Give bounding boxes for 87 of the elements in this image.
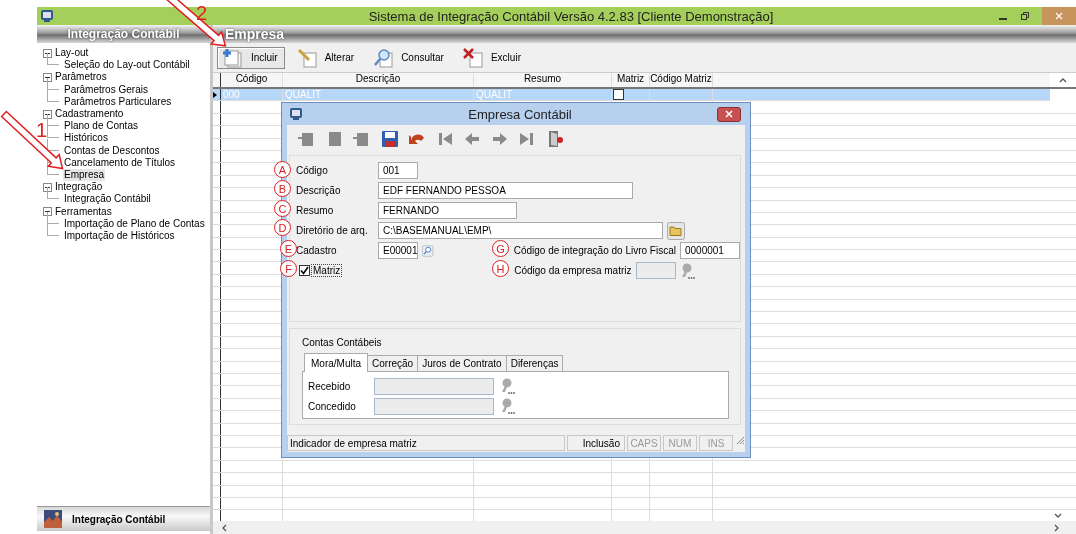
column-header[interactable]: Descrição [283,73,474,87]
pencil-page-icon [296,47,319,68]
column-header[interactable]: Matriz [612,73,650,87]
field-label: Cadastro [296,245,338,256]
collapse-icon[interactable] [43,73,52,82]
magnifier-icon [373,47,396,68]
close-button[interactable] [717,106,741,122]
field-label: Código de integração do Livro Fiscal [513,245,676,256]
dialog-title: Empresa Contábil [467,106,573,122]
table-cell: QUALIT [474,89,612,101]
close-icon [725,110,733,118]
tab[interactable]: Mora/Multa [304,353,368,372]
module-label: Integração Contábil [72,513,166,525]
tree-item[interactable]: Seleção do Lay-out Contábil [63,59,191,72]
step-number: 1 [36,120,48,140]
input-field[interactable]: 001 [378,162,418,179]
input-field[interactable]: C:\BASEMANUAL\EMP\ [378,222,663,239]
window-title: Sistema de Integração Contábil Versão 4.2.83 [Cliente Demonstração] [368,8,774,24]
scroll-up-icon[interactable] [1059,77,1067,83]
tree-item[interactable]: Parâmetros Gerais [63,83,149,96]
tree-connector [47,89,59,102]
tab[interactable]: Correção [367,355,419,371]
table-cell: QUALIT [283,89,474,101]
tree-item[interactable]: Importação de Históricos [63,230,176,243]
field-label: Concedido [308,400,357,412]
checkbox[interactable] [613,89,624,101]
input-field[interactable]: EDF FERNANDO PESSOA [378,182,633,199]
field-label: Diretório de arq. [296,225,369,236]
field-label: Resumo [296,205,335,216]
tree-item[interactable]: Cancelamento de Títulos [63,156,176,170]
sidebar-header: Integração Contábil [37,25,210,43]
tree-item[interactable]: Plano de Contas [63,120,139,133]
table-cell: 000 [221,89,283,101]
toolbar-button[interactable]: Consultar [369,46,451,69]
collapse-icon[interactable] [43,182,52,192]
toolbar-button[interactable]: Excluir [458,46,528,69]
column-header[interactable]: Resumo [474,73,612,87]
key-indicator: CAPS [627,435,661,451]
app-icon [289,107,303,121]
scroll-down-icon[interactable] [1054,513,1062,519]
tree-item[interactable]: Importação de Plano de Contas [63,217,206,231]
module-bar[interactable]: Integração Contábil [37,506,210,531]
close-icon [1055,12,1063,20]
key-indicator: NUM [663,435,697,451]
tree-item[interactable]: Parâmetros Particulares [63,95,173,108]
tree-item[interactable]: Parâmetros [54,71,108,84]
tree-item[interactable]: Históricos [63,132,109,145]
tab[interactable]: Diferenças [505,355,564,371]
tree-item[interactable]: Empresa [63,169,105,182]
input-field[interactable]: E00001 [378,242,419,259]
status-mode: Inclusão [567,435,625,451]
tree-item[interactable]: Integração Contábil [63,193,152,206]
column-header[interactable]: Código Matriz [650,73,713,87]
panel-header: Empresa [213,25,1076,43]
folder-icon[interactable] [667,221,685,240]
column-header[interactable]: Código [221,73,283,87]
row-pointer-icon [213,91,217,98]
scroll-left-icon[interactable] [221,523,229,532]
tree-item[interactable]: Cadastramento [54,108,125,121]
status-message: Indicador de empresa matriz [287,435,565,451]
collapse-icon[interactable] [43,48,52,58]
toolbar-button[interactable]: Incluir [217,46,285,69]
plus-page-icon [221,47,245,68]
key-indicator: INS [699,435,733,451]
app-icon [40,9,54,23]
input-field[interactable]: 0000001 [680,242,740,259]
field-label: Código da empresa matriz [514,265,632,276]
tree-item[interactable]: Ferramentas [54,205,113,218]
tree-connector [47,224,59,237]
scroll-right-icon[interactable] [1052,523,1060,532]
tree-connector [47,126,59,139]
collapse-icon[interactable] [43,109,52,119]
step-number: 2 [196,3,208,23]
tree-item[interactable]: Integração [54,181,104,194]
checkmark-icon [300,266,309,275]
field-label: Descrição [296,185,342,196]
cross-page-icon [462,47,485,68]
tree-item[interactable]: Lay-out [54,47,90,60]
collapse-icon[interactable] [43,207,52,217]
input-field[interactable]: FERNANDO [378,202,517,219]
restore-icon[interactable] [1020,11,1030,21]
resize-grip-icon[interactable] [735,435,745,445]
toolbar-button[interactable]: Alterar [292,46,362,69]
group-title: Contas Contábeis [302,337,383,350]
field-label: Código [296,165,329,176]
field-label: Recebido [308,380,352,392]
tree-item[interactable]: Contas de Descontos [63,144,161,157]
